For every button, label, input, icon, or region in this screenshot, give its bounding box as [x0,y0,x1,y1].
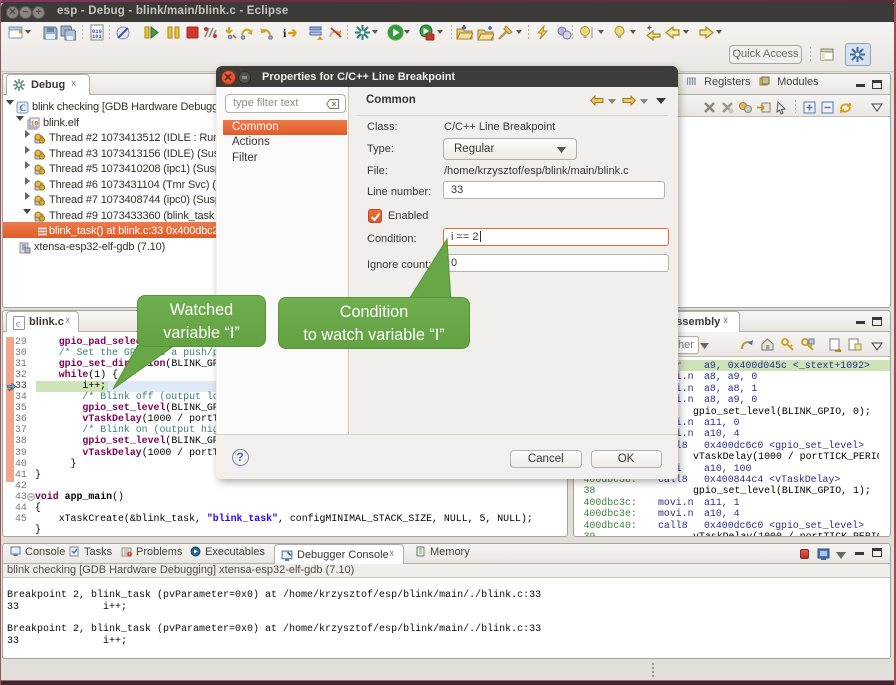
svg-text:101: 101 [92,33,103,40]
svg-text:c: c [16,319,20,329]
svg-text:i: i [283,26,287,40]
svg-text:10: 10 [31,120,39,127]
svg-text:C: C [20,103,26,113]
